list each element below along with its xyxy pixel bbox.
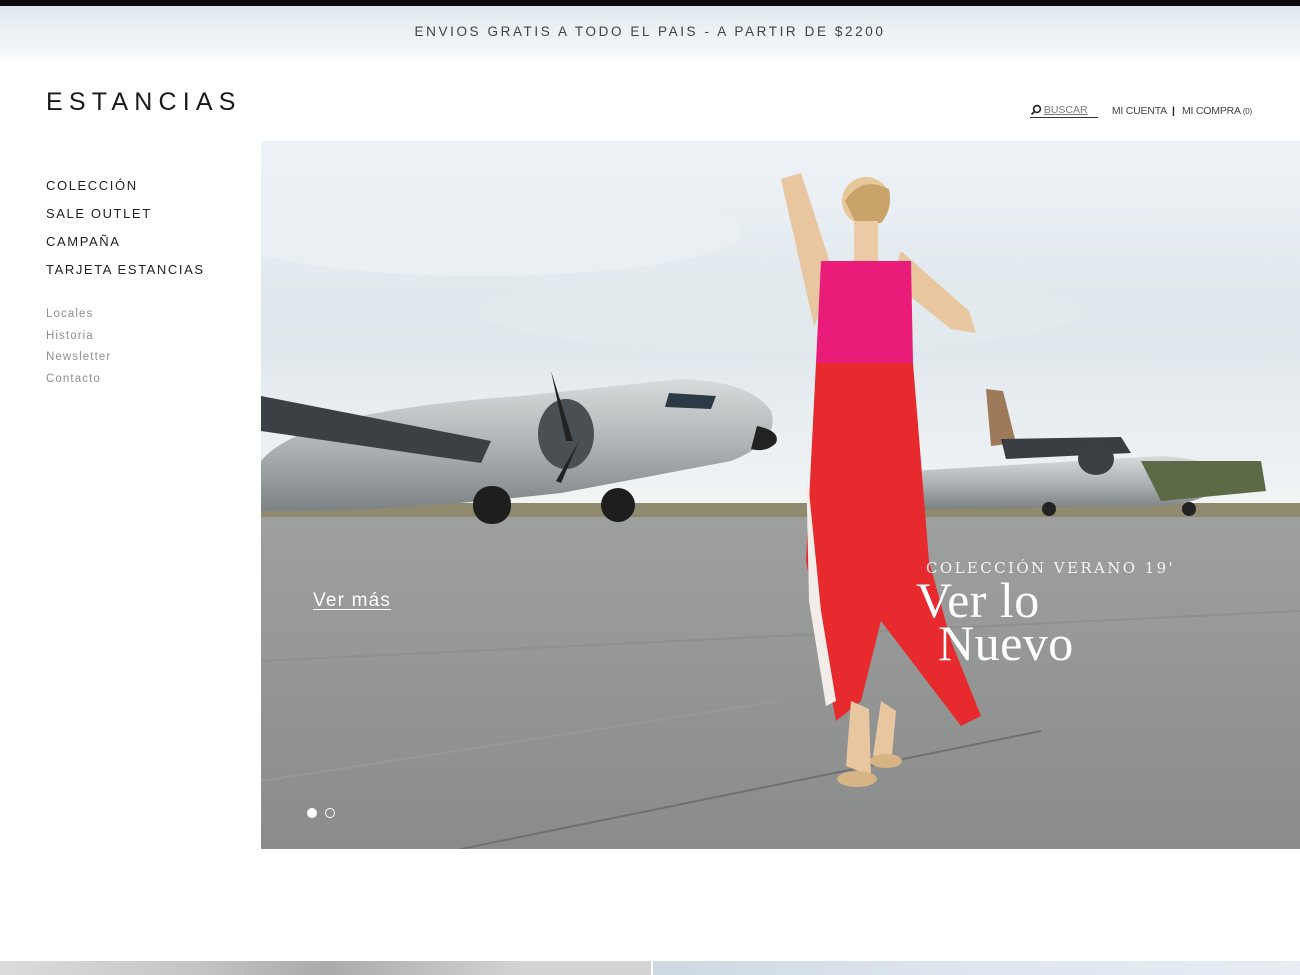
slider-dot-1[interactable]	[307, 808, 317, 818]
search-link[interactable]: BUSCAR	[1029, 104, 1098, 118]
promo-tile-right[interactable]	[653, 961, 1300, 975]
search-label: BUSCAR	[1043, 104, 1088, 116]
hero-slider[interactable]: Ver más COLECCIÓN VERANO 19' Ver lo Nuev…	[261, 141, 1300, 849]
promo-banner: ENVIOS GRATIS A TODO EL PAIS - A PARTIR …	[0, 6, 1300, 57]
search-icon	[1030, 104, 1042, 116]
main-nav: COLECCIÓN SALE OUTLET CAMPAÑA TARJETA ES…	[46, 176, 205, 288]
slider-dot-2[interactable]	[325, 808, 335, 818]
nav-item-locales[interactable]: Locales	[46, 306, 111, 328]
nav-item-historia[interactable]: Historia	[46, 328, 111, 350]
hero-cta-link[interactable]: Ver más	[313, 590, 391, 612]
nav-item-campana[interactable]: CAMPAÑA	[46, 232, 205, 260]
nav-item-newsletter[interactable]: Newsletter	[46, 349, 111, 371]
slider-dots	[307, 808, 335, 818]
nav-item-coleccion[interactable]: COLECCIÓN	[46, 176, 205, 204]
secondary-nav: Locales Historia Newsletter Contacto	[46, 306, 111, 392]
nav-item-contacto[interactable]: Contacto	[46, 371, 111, 393]
nav-item-sale-outlet[interactable]: SALE OUTLET	[46, 204, 205, 232]
account-link[interactable]: MI CUENTA	[1112, 105, 1167, 117]
brand-logo[interactable]: ESTANCIAS	[46, 88, 242, 117]
promo-text: ENVIOS GRATIS A TODO EL PAIS - A PARTIR …	[414, 24, 886, 39]
cart-link[interactable]: MI COMPRA (0)	[1182, 105, 1252, 117]
header-separator: |	[1171, 105, 1175, 117]
hero-headline: Ver lo Nuevo	[916, 575, 1146, 671]
nav-item-tarjeta-estancias[interactable]: TARJETA ESTANCIAS	[46, 260, 205, 288]
cart-label: MI COMPRA	[1181, 105, 1241, 117]
hero-image	[261, 141, 1300, 849]
promo-tile-left[interactable]	[0, 961, 651, 975]
header-utility-nav: BUSCAR MI CUENTA | MI COMPRA (0)	[1029, 104, 1252, 118]
hero-headline-line2: Nuevo	[938, 615, 1074, 671]
cart-count: (0)	[1242, 107, 1252, 116]
